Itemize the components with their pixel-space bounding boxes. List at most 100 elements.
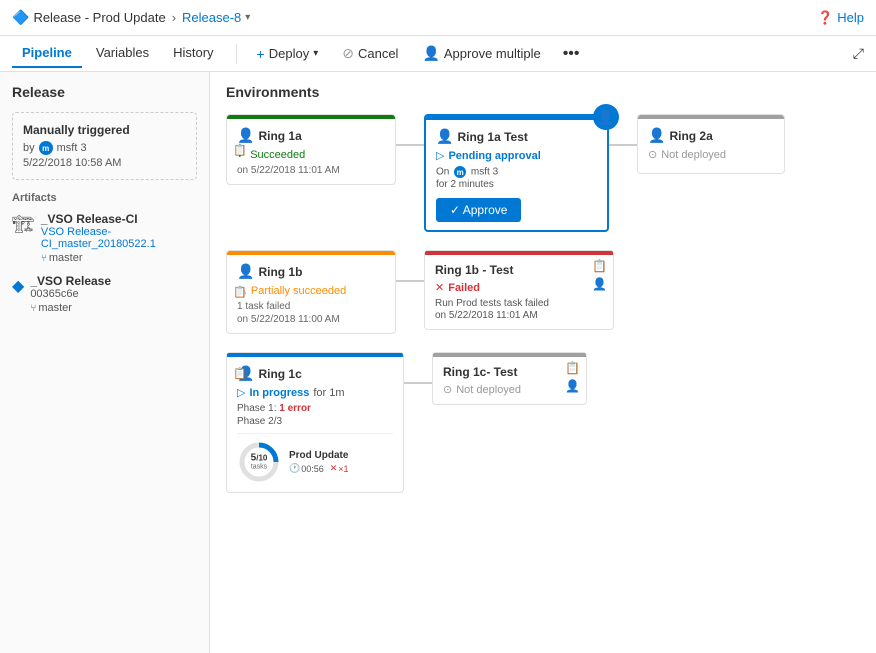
- tab-pipeline[interactable]: Pipeline: [12, 39, 82, 68]
- trigger-user-name: msft 3: [57, 142, 87, 154]
- trigger-by-prefix: by: [23, 142, 35, 154]
- ring1c-test-right-icons: 📋 👤: [565, 361, 580, 393]
- approve-button[interactable]: ✓ Approve: [436, 198, 521, 222]
- trigger-date: 5/22/2018 10:58 AM: [23, 157, 186, 169]
- ring1c-test-name: Ring 1c- Test: [443, 365, 517, 379]
- cancel-label: Cancel: [358, 46, 398, 61]
- ring1c-name: Ring 1c: [258, 367, 301, 381]
- trigger-user-avatar: m: [39, 141, 53, 155]
- donut-center: 5/10 tasks: [251, 454, 268, 471]
- more-button[interactable]: •••: [557, 41, 586, 67]
- ring1c-test-card[interactable]: Ring 1c- Test ⊙ Not deployed 📋 👤: [432, 352, 587, 405]
- ring1a-test-card[interactable]: 👤 Ring 1a Test ▷ Pending approval On m m…: [424, 114, 609, 232]
- ring1b-test-header: Ring 1b - Test: [435, 263, 603, 277]
- artifact-release-details: _VSO Release 00365c6e ⑂ master: [30, 274, 111, 314]
- trigger-by: by m msft 3: [23, 141, 186, 155]
- sidebar: Release Manually triggered by m msft 3 5…: [0, 72, 210, 653]
- ring1b-test-person-icon: 👤: [592, 277, 607, 291]
- ring1c-donut-section: 5/10 tasks Prod Update 🕐 00: [237, 433, 393, 484]
- ring1b-test-card[interactable]: Ring 1b - Test ✕ Failed Run Prod tests t…: [424, 250, 614, 330]
- ring1c-deploy-icon: 📋: [233, 367, 247, 380]
- deploy-button[interactable]: + Deploy ▾: [249, 42, 327, 66]
- donut-errors: ✕ ×1: [330, 463, 349, 474]
- ring1a-test-name: Ring 1a Test: [457, 130, 527, 144]
- approval-avatar: 👤: [593, 104, 619, 130]
- artifact-ci-link[interactable]: VSO Release-CI_master_20180522.1: [41, 226, 197, 250]
- ring1b-test-inner: Ring 1b - Test ✕ Failed Run Prod tests t…: [425, 255, 613, 329]
- artifact-release-name: _VSO Release: [30, 274, 111, 288]
- ring1b-test-status-text: Failed: [448, 282, 480, 294]
- breadcrumb-release[interactable]: Release-8: [182, 10, 241, 25]
- ring1a-test-user-avatar: m: [454, 166, 466, 178]
- ring1b-test-date: on 5/22/2018 11:01 AM: [435, 310, 603, 321]
- breadcrumb-project[interactable]: Release - Prod Update: [33, 10, 165, 25]
- approve-multiple-icon: 👤: [422, 45, 439, 62]
- ring1a-header: 👤 Ring 1a: [237, 127, 385, 144]
- ring1b-deploy-icon: 📋: [233, 286, 247, 299]
- ring2a-card[interactable]: 👤 Ring 2a ⊙ Not deployed: [637, 114, 785, 174]
- ring1b-status-text: Partially succeeded: [251, 285, 346, 297]
- ring2a-status: ⊙ Not deployed: [648, 148, 774, 161]
- ring1b-person-icon: 👤: [237, 263, 254, 280]
- artifacts-section: Artifacts 🏗 _VSO Release-CI VSO Release-…: [12, 192, 197, 314]
- tab-variables[interactable]: Variables: [86, 39, 159, 68]
- connector-1b-to-1btest: [396, 280, 424, 282]
- release-dropdown-icon[interactable]: ▾: [245, 12, 250, 23]
- azure-icon: 🔷: [12, 9, 29, 26]
- ring1c-phase1-err: 1 error: [279, 403, 311, 414]
- cancel-icon: ⊘: [342, 45, 354, 62]
- ring1a-test-status: ▷ Pending approval: [436, 149, 597, 162]
- connector-1c-to-1ctest: [404, 382, 432, 384]
- ring1a-card[interactable]: 👤 Ring 1a ✓ Succeeded on 5/22/2018 11:01…: [226, 114, 396, 185]
- artifact-release-icon: ◆: [12, 276, 24, 296]
- toolbar: Pipeline Variables History + Deploy ▾ ⊘ …: [0, 36, 876, 72]
- branch-icon: ⑂: [41, 253, 47, 264]
- ring1c-status: ▷ In progress for 1m: [237, 386, 393, 399]
- main-layout: Release Manually triggered by m msft 3 5…: [0, 72, 876, 653]
- ring1c-test-status-text: Not deployed: [456, 384, 521, 396]
- ring1c-header: 👤 Ring 1c: [237, 365, 393, 382]
- artifact-item-ci: 🏗 _VSO Release-CI VSO Release-CI_master_…: [12, 212, 197, 264]
- deploy-icon: +: [257, 46, 265, 62]
- ring1c-donut: 5/10 tasks: [237, 440, 281, 484]
- ring1b-card[interactable]: 👤 Ring 1b ⚠ Partially succeeded 1 task f…: [226, 250, 396, 334]
- ring2a-header: 👤 Ring 2a: [648, 127, 774, 144]
- ring1c-card[interactable]: 👤 Ring 1c ▷ In progress for 1m Phase 1: …: [226, 352, 404, 493]
- breadcrumb-separator: ›: [172, 10, 176, 25]
- expand-button[interactable]: ⤢: [853, 45, 864, 62]
- ring1a-test-inner: 👤 Ring 1a Test ▷ Pending approval On m m…: [426, 120, 607, 230]
- content-title: Environments: [226, 84, 860, 100]
- error-icon: ✕: [330, 463, 338, 474]
- ring1b-status: ⚠ Partially succeeded: [237, 284, 385, 297]
- ring1b-test-name: Ring 1b - Test: [435, 263, 603, 277]
- tab-history[interactable]: History: [163, 39, 223, 68]
- help-icon: ❓: [817, 10, 833, 26]
- breadcrumb: 🔷 Release - Prod Update › Release-8 ▾: [12, 9, 250, 26]
- artifact-ci-branch-name: master: [49, 252, 83, 264]
- ring2a-inner: 👤 Ring 2a ⊙ Not deployed: [638, 119, 784, 173]
- donut-title: Prod Update: [289, 450, 393, 461]
- help-link[interactable]: ❓ Help: [817, 10, 864, 26]
- approve-multiple-button[interactable]: 👤 Approve multiple: [414, 41, 548, 66]
- artifacts-label: Artifacts: [12, 192, 197, 204]
- artifact-release-branch: ⑂ master: [30, 302, 111, 314]
- ring1c-test-person-icon: 👤: [565, 379, 580, 393]
- donut-sublabel: tasks: [251, 464, 268, 471]
- clock-icon: 🕐: [289, 463, 300, 474]
- artifact-ci-branch: ⑂ master: [41, 252, 197, 264]
- artifact-ci-name: _VSO Release-CI: [41, 212, 197, 226]
- toolbar-actions: + Deploy ▾ ⊘ Cancel 👤 Approve multiple •…: [249, 41, 586, 67]
- approve-multiple-label: Approve multiple: [444, 46, 541, 61]
- ring1b-name: Ring 1b: [258, 265, 302, 279]
- connector-1a-to-1atest: [396, 144, 424, 146]
- ring1b-test-log-icon[interactable]: 📋: [592, 259, 607, 273]
- deploy-chevron: ▾: [313, 48, 318, 59]
- ring1c-phase1: Phase 1: 1 error: [237, 403, 393, 414]
- artifact-item-release: ◆ _VSO Release 00365c6e ⑂ master: [12, 274, 197, 314]
- ring1c-test-log-icon[interactable]: 📋: [565, 361, 580, 375]
- pipeline-row-2: 👤 Ring 1b ⚠ Partially succeeded 1 task f…: [226, 250, 860, 334]
- ring1b-test-status-icon: ✕: [435, 281, 444, 294]
- donut-meta: 🕐 00:56 ✕ ×1: [289, 463, 393, 474]
- cancel-button[interactable]: ⊘ Cancel: [334, 41, 406, 66]
- ring1c-status-text: In progress: [249, 387, 309, 399]
